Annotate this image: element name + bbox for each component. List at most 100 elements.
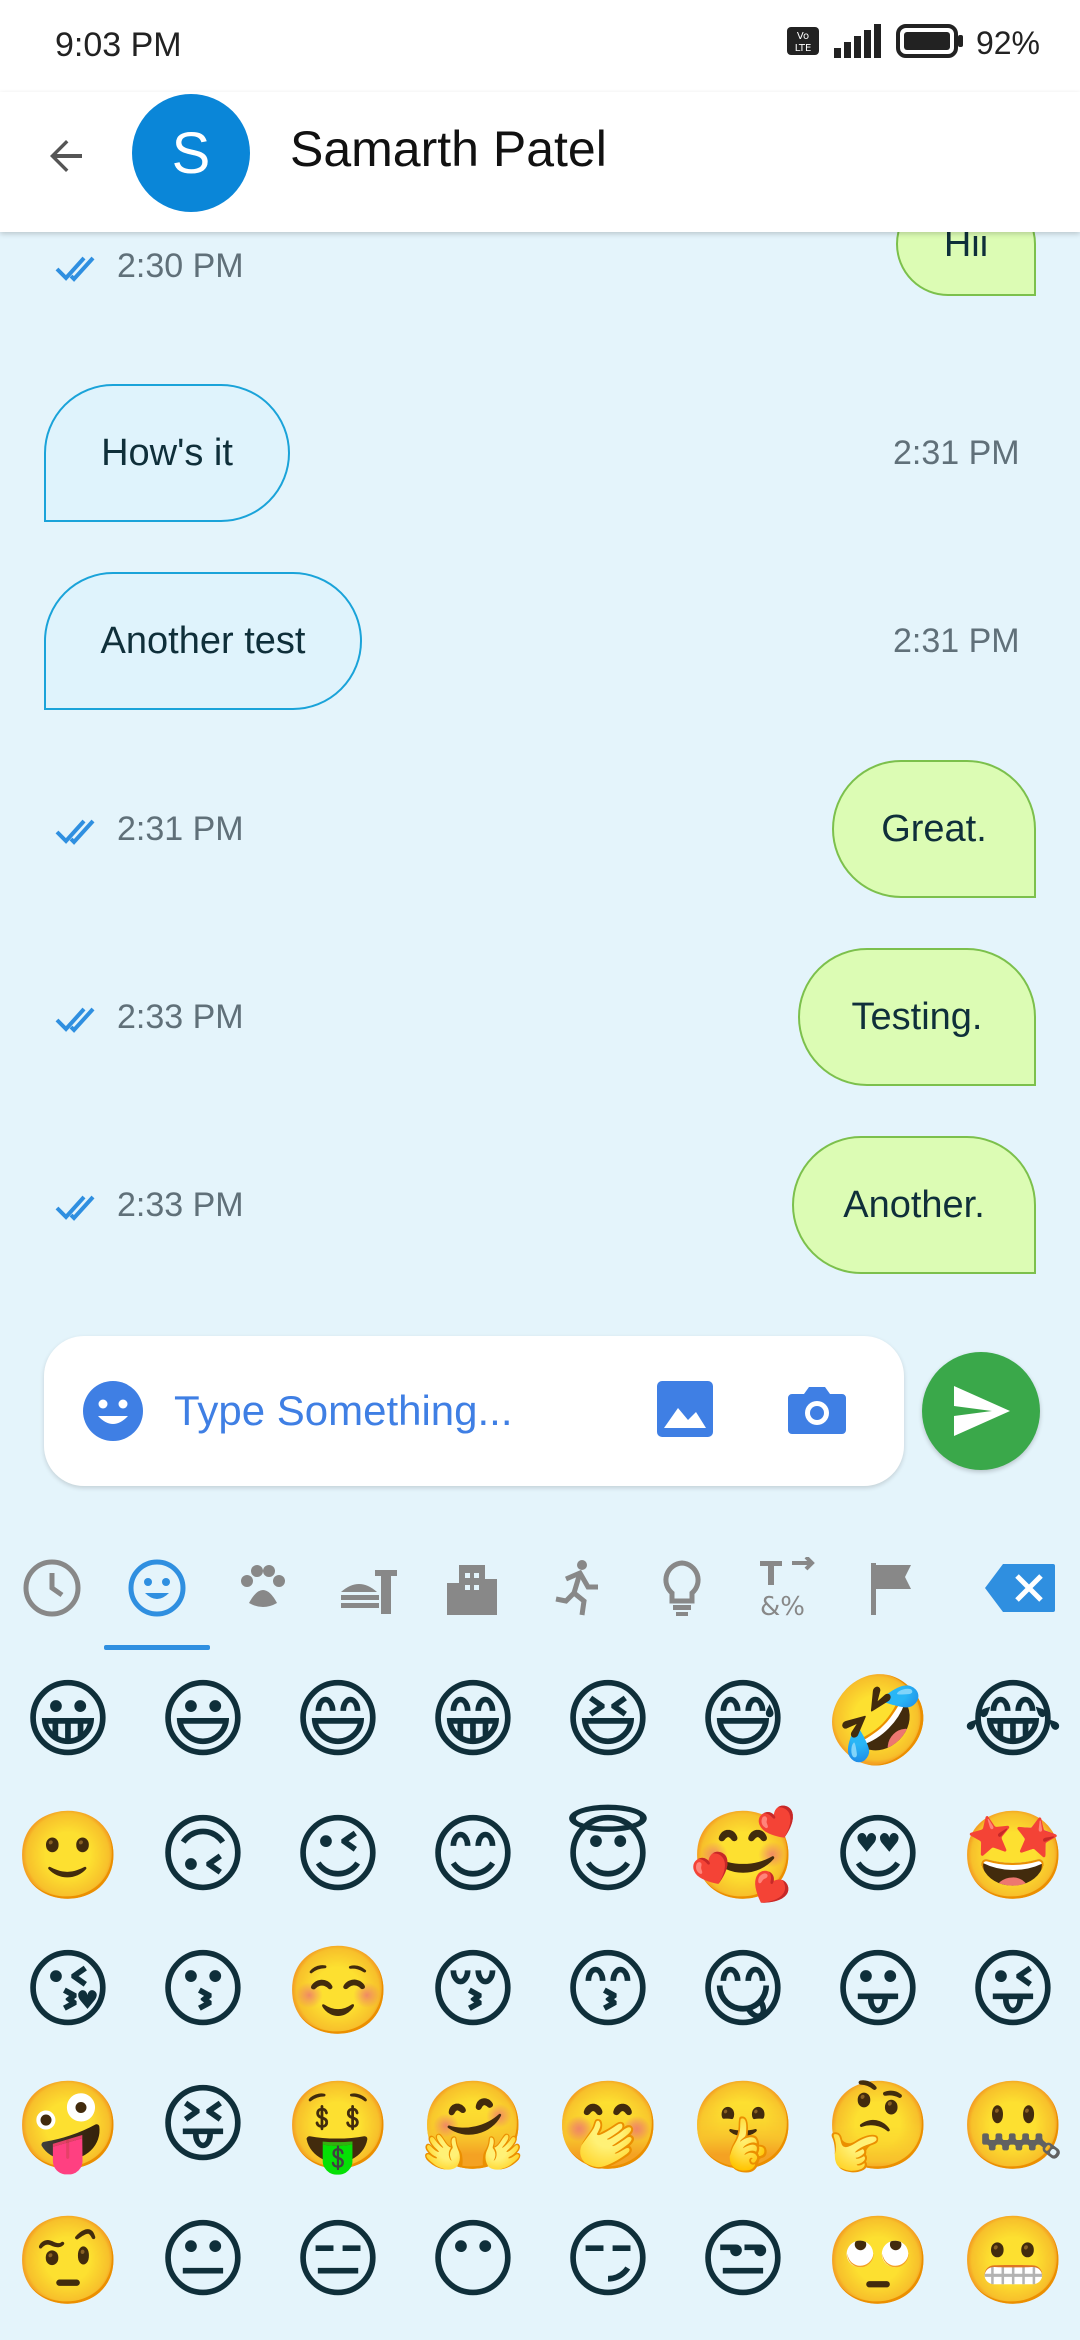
arrow-back-icon xyxy=(50,140,82,172)
emoji-item[interactable]: 😶 xyxy=(413,2200,533,2320)
gallery-button[interactable] xyxy=(654,1378,724,1444)
backspace-icon xyxy=(985,1564,1055,1612)
emoji-item[interactable]: 😁 xyxy=(413,1660,533,1780)
double-check-icon xyxy=(55,819,95,845)
sent-bubble[interactable]: Another. xyxy=(792,1136,1036,1274)
emoji-item[interactable]: 🤨 xyxy=(8,2200,128,2320)
emoji-item[interactable]: 😍 xyxy=(818,1795,938,1915)
message-meta: 2:30 PM xyxy=(55,247,244,286)
tab-symbols[interactable]: &% xyxy=(747,1548,827,1628)
emoji-item[interactable]: 😘 xyxy=(8,1930,128,2050)
lightbulb-icon xyxy=(663,1560,701,1616)
emoji-item[interactable]: 🙄 xyxy=(818,2200,938,2320)
signal-icon xyxy=(832,24,884,63)
emoji-item[interactable]: 🙃 xyxy=(143,1795,263,1915)
emoji-item[interactable]: 🤑 xyxy=(278,2065,398,2185)
emoji-item[interactable]: 😄 xyxy=(278,1660,398,1780)
smiley-icon xyxy=(83,1381,143,1441)
message-text: Another test xyxy=(100,619,306,662)
food-icon xyxy=(341,1570,397,1614)
emoji-item[interactable]: 🤭 xyxy=(548,2065,668,2185)
flag-icon xyxy=(871,1563,911,1615)
received-bubble[interactable]: How's it xyxy=(44,384,290,522)
emoji-item[interactable]: 😅 xyxy=(683,1660,803,1780)
emoji-item[interactable]: 😐 xyxy=(143,2200,263,2320)
emoji-picker: &% 😀 😃 😄 😁 😆 😅 🤣 😂 🙂 🙃 😉 😊 😇 🥰 😍 🤩 😘 😗 ☺️ 😚 😙 😋 😛 😜 🤪 😝 🤑 🤗 🤭 🤫 🤔 🤐 🤨 😐 😑 😶… xyxy=(0,1520,1080,2340)
clock-icon xyxy=(23,1559,81,1617)
emoji-item[interactable]: 😏 xyxy=(548,2200,668,2320)
symbols-icon: &% xyxy=(760,1557,815,1619)
message-time: 2:31 PM xyxy=(893,434,1020,472)
contact-name[interactable]: Samarth Patel xyxy=(290,120,607,178)
chat-area[interactable]: 2:30 PM Hii How's it 2:31 PM Another tes… xyxy=(0,232,1080,1312)
emoji-item[interactable]: 🥰 xyxy=(683,1795,803,1915)
double-check-icon xyxy=(55,1195,95,1221)
emoji-item[interactable]: 🤣 xyxy=(818,1660,938,1780)
tab-smileys[interactable] xyxy=(117,1548,197,1628)
emoji-item[interactable]: 😙 xyxy=(548,1930,668,2050)
tab-flags[interactable] xyxy=(852,1548,932,1628)
emoji-item[interactable]: 😛 xyxy=(818,1930,938,2050)
emoji-item[interactable]: 😉 xyxy=(278,1795,398,1915)
message-text: Hii xyxy=(943,232,989,265)
battery-percentage: 92% xyxy=(975,25,1040,61)
received-bubble[interactable]: Another test xyxy=(44,572,362,710)
tab-animals[interactable] xyxy=(222,1548,302,1628)
tab-travel[interactable] xyxy=(432,1548,512,1628)
svg-text:&%: &% xyxy=(760,1592,805,1619)
building-icon xyxy=(447,1565,497,1615)
message-meta: 2:33 PM xyxy=(55,1186,244,1225)
tab-objects[interactable] xyxy=(642,1548,722,1628)
tab-food[interactable] xyxy=(327,1548,407,1628)
emoji-item[interactable]: 🤐 xyxy=(953,2065,1073,2185)
tab-activities[interactable] xyxy=(537,1548,617,1628)
battery-icon xyxy=(895,24,964,63)
emoji-item[interactable]: 😋 xyxy=(683,1930,803,2050)
emoji-item[interactable]: 😇 xyxy=(548,1795,668,1915)
running-icon xyxy=(555,1560,598,1616)
camera-button[interactable] xyxy=(784,1376,854,1446)
emoji-item[interactable]: 😜 xyxy=(953,1930,1073,2050)
tab-recent[interactable] xyxy=(12,1548,92,1628)
message-meta: 2:33 PM xyxy=(55,998,244,1037)
emoji-item[interactable]: 🤩 xyxy=(953,1795,1073,1915)
backspace-button[interactable] xyxy=(975,1548,1065,1628)
message-input[interactable] xyxy=(174,1376,654,1446)
message-time: 2:33 PM xyxy=(117,1186,244,1224)
send-icon xyxy=(954,1386,1010,1436)
status-bar: 9:03 PM Vo LTE 92% xyxy=(0,0,1080,92)
emoji-item[interactable]: 🙂 xyxy=(8,1795,128,1915)
message-text: Testing. xyxy=(851,995,983,1038)
emoji-item[interactable]: 🤔 xyxy=(818,2065,938,2185)
camera-icon xyxy=(788,1387,846,1434)
image-icon xyxy=(657,1381,713,1437)
paw-icon xyxy=(241,1565,285,1607)
message-time: 2:31 PM xyxy=(893,622,1020,660)
emoji-item[interactable]: 😀 xyxy=(8,1660,128,1780)
sent-bubble[interactable]: Great. xyxy=(832,760,1036,898)
message-text: Another. xyxy=(843,1183,985,1226)
sent-bubble[interactable]: Testing. xyxy=(798,948,1036,1086)
emoji-item[interactable]: 😂 xyxy=(953,1660,1073,1780)
emoji-item[interactable]: 🤫 xyxy=(683,2065,803,2185)
sent-bubble[interactable]: Hii xyxy=(896,232,1036,296)
emoji-item[interactable]: 😑 xyxy=(278,2200,398,2320)
emoji-item[interactable]: 😚 xyxy=(413,1930,533,2050)
emoji-button[interactable] xyxy=(78,1376,148,1446)
emoji-item[interactable]: 😆 xyxy=(548,1660,668,1780)
emoji-item[interactable]: 😊 xyxy=(413,1795,533,1915)
emoji-item[interactable]: 😒 xyxy=(683,2200,803,2320)
send-button[interactable] xyxy=(922,1352,1040,1470)
svg-text:LTE: LTE xyxy=(795,43,812,54)
emoji-category-tabs: &% xyxy=(0,1520,1080,1650)
emoji-item[interactable]: ☺️ xyxy=(278,1930,398,2050)
emoji-item[interactable]: 🤪 xyxy=(8,2065,128,2185)
back-button[interactable] xyxy=(36,126,96,186)
emoji-item[interactable]: 😬 xyxy=(953,2200,1073,2320)
emoji-item[interactable]: 😝 xyxy=(143,2065,263,2185)
emoji-item[interactable]: 😃 xyxy=(143,1660,263,1780)
avatar[interactable]: S xyxy=(132,94,250,212)
emoji-item[interactable]: 😗 xyxy=(143,1930,263,2050)
emoji-item[interactable]: 🤗 xyxy=(413,2065,533,2185)
message-text: Great. xyxy=(881,807,987,850)
